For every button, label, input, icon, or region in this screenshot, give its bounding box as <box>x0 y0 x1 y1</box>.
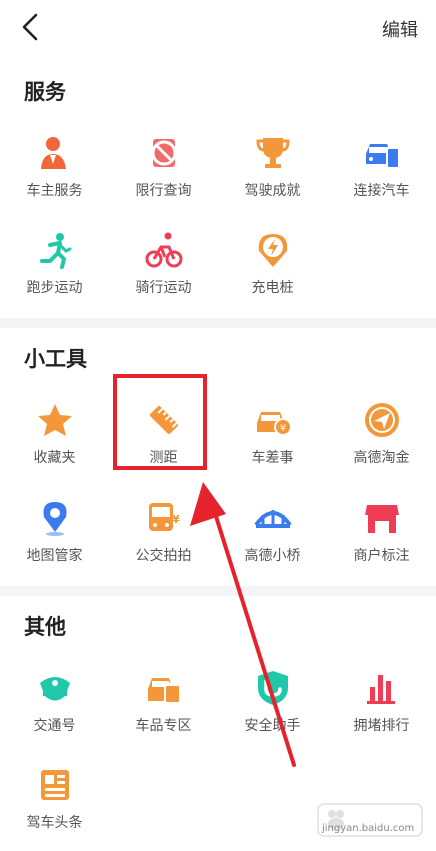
tile-label: 充电桩 <box>251 280 294 296</box>
police-cap-icon <box>40 677 70 701</box>
back-button[interactable] <box>18 12 46 42</box>
tile-restriction[interactable]: 限行查询 <box>109 128 218 218</box>
tile-car-owner[interactable]: 车主服务 <box>0 128 109 218</box>
section-divider <box>0 586 436 596</box>
car-errand-icon: ¥ <box>257 412 292 436</box>
tile-driving-achievement[interactable]: 驾驶成就 <box>218 128 327 218</box>
tile-cycling[interactable]: 骑行运动 <box>109 225 218 315</box>
tile-gaode-bridge[interactable]: 高德小桥 <box>218 493 327 583</box>
tile-car-errand[interactable]: ¥ 车差事 <box>218 395 327 485</box>
tile-merchant-mark[interactable]: 商户标注 <box>327 493 436 583</box>
section-title-tools: 小工具 <box>24 347 87 371</box>
edit-button[interactable]: 编辑 <box>382 16 418 42</box>
map-pin-icon <box>43 502 67 536</box>
tile-label: 收藏夹 <box>33 450 76 466</box>
tile-label: 车品专区 <box>135 718 192 734</box>
tile-driving-headlines[interactable]: 驾车头条 <box>0 760 109 850</box>
charging-icon <box>258 234 288 267</box>
tile-label: 公交拍拍 <box>135 548 192 564</box>
tile-label: 高德淘金 <box>353 450 410 466</box>
tile-bus-photo[interactable]: ¥ 公交拍拍 <box>109 493 218 583</box>
star-icon <box>38 404 72 436</box>
cycling-icon <box>145 232 183 268</box>
shop-icon <box>365 505 399 533</box>
car-connect-icon <box>366 144 400 169</box>
car-owner-icon <box>41 137 66 169</box>
tile-label: 地图管家 <box>26 548 83 564</box>
tile-favorites[interactable]: 收藏夹 <box>0 395 109 485</box>
tile-label: 车差事 <box>251 450 294 466</box>
tile-label: 限行查询 <box>135 183 192 199</box>
tile-label: 商户标注 <box>353 548 410 564</box>
tile-car-goods[interactable]: 车品专区 <box>109 663 218 753</box>
tile-gaode-gold[interactable]: 高德淘金 <box>327 395 436 485</box>
tile-label: 骑行运动 <box>135 280 192 296</box>
tile-label: 驾车头条 <box>26 815 83 831</box>
tile-label: 驾驶成就 <box>244 183 301 199</box>
tile-label: 交通号 <box>33 718 76 734</box>
tile-label: 跑步运动 <box>26 280 83 296</box>
section-title-services: 服务 <box>24 80 66 104</box>
baidu-watermark-logo <box>317 803 423 837</box>
shield-icon <box>258 671 288 705</box>
chevron-left-icon <box>22 13 38 41</box>
tile-label: 高德小桥 <box>244 548 301 564</box>
tile-label: 连接汽车 <box>353 183 410 199</box>
restriction-icon <box>151 139 177 167</box>
top-bar: 编辑 <box>0 0 436 56</box>
tile-label: 车主服务 <box>26 183 83 199</box>
tile-traffic-account[interactable]: 交通号 <box>0 663 109 753</box>
tile-map-manager[interactable]: 地图管家 <box>0 493 109 583</box>
trophy-icon <box>256 138 290 168</box>
bridge-icon <box>254 510 292 528</box>
highlight-box <box>113 374 207 470</box>
news-icon <box>41 770 69 800</box>
tile-label: 安全助手 <box>244 718 301 734</box>
section-divider <box>0 318 436 328</box>
tile-safety-assistant[interactable]: 安全助手 <box>218 663 327 753</box>
tile-label: 拥堵排行 <box>353 718 410 734</box>
paper-plane-icon <box>365 403 399 437</box>
tile-connect-car[interactable]: 连接汽车 <box>327 128 436 218</box>
svg-text:¥: ¥ <box>172 513 180 526</box>
car-goods-icon <box>148 678 181 704</box>
bus-icon: ¥ <box>149 503 180 531</box>
svg-text:¥: ¥ <box>280 423 286 434</box>
tile-running[interactable]: 跑步运动 <box>0 225 109 315</box>
running-icon <box>40 233 72 269</box>
tile-congestion-ranking[interactable]: 拥堵排行 <box>327 663 436 753</box>
bar-chart-icon <box>367 675 395 704</box>
watermark-text: jingyan.baidu.com <box>322 823 415 834</box>
tile-charging[interactable]: 充电桩 <box>218 225 327 315</box>
section-title-others: 其他 <box>24 615 66 639</box>
